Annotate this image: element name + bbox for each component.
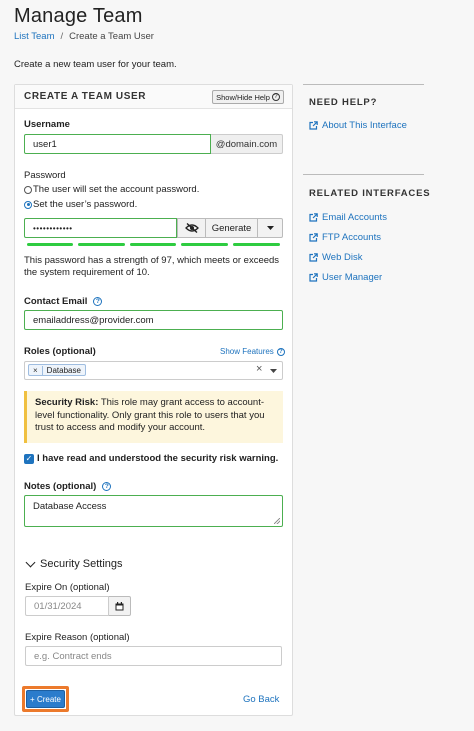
chevron-down-icon (25, 557, 36, 567)
help-info-icon[interactable]: ? (93, 297, 103, 306)
radio-user-sets-label: The user will set the account password. (33, 184, 200, 195)
create-button-focus-ring: + Create (22, 686, 69, 712)
help-info-icon: ? (276, 347, 285, 356)
expire-reason-label: Expire Reason (optional) (25, 632, 130, 643)
sidebar-divider (303, 174, 424, 175)
expire-on-label: Expire On (optional) (25, 582, 110, 593)
roles-label: Roles (optional) (24, 346, 96, 357)
calendar-button[interactable] (109, 596, 131, 616)
generate-options-dropdown[interactable] (258, 218, 283, 238)
security-settings-toggle[interactable]: Security Settings (25, 557, 123, 570)
security-settings-title: Security Settings (40, 558, 123, 570)
sidebar-link-web-disk[interactable]: Web Disk (309, 252, 362, 263)
notes-value: Database Access (33, 501, 107, 512)
contact-email-label: Contact Email (24, 296, 88, 307)
external-link-icon (309, 121, 318, 130)
generate-password-button[interactable]: Generate (206, 218, 258, 238)
strength-meter-segment-2 (78, 243, 125, 246)
question-icon: ? (271, 93, 280, 101)
sidebar-link-web-disk-label: Web Disk (322, 252, 363, 263)
contact-email-input[interactable]: emailaddress@provider.com (24, 310, 283, 330)
role-tag-database: × Database (28, 364, 86, 376)
go-back-link[interactable]: Go Back (243, 694, 279, 705)
create-button[interactable]: + Create (26, 690, 65, 708)
sidebar-link-ftp-accounts-label: FTP Accounts (322, 232, 381, 243)
help-info-icon[interactable]: ? (102, 482, 112, 491)
sidebar-link-user-manager-label: User Manager (322, 272, 383, 283)
security-risk-warning: Security Risk: This role may grant acces… (24, 391, 283, 443)
password-label: Password (24, 170, 66, 181)
show-hide-help-button[interactable]: Show/Hide Help ? (212, 90, 284, 104)
domain-suffix: @domain.com (211, 134, 283, 154)
show-features-link[interactable]: Show Features ? (220, 347, 285, 356)
external-link-icon (309, 233, 318, 242)
remove-tag-icon[interactable]: × (29, 365, 43, 375)
password-input[interactable]: •••••••••••• (24, 218, 177, 238)
breadcrumb: List Team / Create a Team User (14, 31, 154, 42)
sidebar-link-ftp-accounts[interactable]: FTP Accounts (309, 232, 381, 243)
external-link-icon (309, 253, 318, 262)
panel-header: CREATE A TEAM USER Show/Hide Help ? (15, 85, 292, 109)
eye-slash-icon (184, 223, 199, 233)
related-interfaces-heading: RELATED INTERFACES (309, 188, 431, 199)
sidebar-link-about[interactable]: About This Interface (309, 120, 407, 131)
radio-set-password[interactable]: Set the user’s password. (24, 199, 137, 210)
calendar-icon (115, 601, 124, 610)
clear-selection-icon[interactable]: × (256, 363, 262, 375)
notes-label-row: Notes (optional) ? (24, 481, 112, 492)
notes-label: Notes (optional) (24, 481, 97, 492)
acknowledge-row[interactable]: ✓ I have read and understood the securit… (24, 453, 278, 464)
caret-down-icon[interactable] (270, 369, 277, 373)
show-features-label: Show Features (220, 347, 274, 356)
username-input[interactable]: user1 (24, 134, 211, 154)
intro-text: Create a new team user for your team. (14, 59, 177, 70)
external-link-icon (309, 273, 318, 282)
expire-on-input[interactable]: 01/31/2024 (25, 596, 109, 616)
sidebar-link-email-accounts-label: Email Accounts (322, 212, 387, 223)
sidebar-link-email-accounts[interactable]: Email Accounts (309, 212, 387, 223)
acknowledge-label: I have read and understood the security … (37, 453, 279, 464)
acknowledge-checkbox[interactable]: ✓ (24, 453, 34, 464)
sidebar-link-user-manager[interactable]: User Manager (309, 272, 382, 283)
resize-grip-icon[interactable] (274, 518, 280, 524)
password-strength-text: This password has a strength of 97, whic… (24, 255, 280, 278)
strength-meter-segment-4 (181, 243, 228, 246)
breadcrumb-separator: / (60, 31, 64, 42)
page-title: Manage Team (14, 5, 143, 27)
show-hide-help-label: Show/Hide Help (216, 92, 270, 102)
toggle-visibility-button[interactable] (177, 218, 206, 238)
username-label: Username (24, 119, 70, 130)
strength-meter-segment-3 (130, 243, 176, 246)
panel-title: CREATE A TEAM USER (24, 91, 147, 102)
role-tag-label: Database (46, 365, 81, 375)
external-link-icon (309, 213, 318, 222)
sidebar-link-about-label: About This Interface (322, 120, 407, 131)
contact-email-label-row: Contact Email ? (24, 296, 103, 307)
expire-reason-input[interactable]: e.g. Contract ends (25, 646, 282, 666)
radio-user-sets-password[interactable]: The user will set the account password. (24, 184, 199, 195)
radio-set-password-icon[interactable] (24, 200, 32, 209)
caret-down-icon (266, 226, 274, 230)
notes-textarea[interactable]: Database Access (24, 495, 283, 527)
sidebar-divider (303, 84, 424, 85)
strength-meter-segment-1 (27, 243, 73, 246)
radio-set-password-label: Set the user’s password. (33, 199, 138, 210)
warning-title: Security Risk: (35, 397, 99, 408)
radio-user-sets-icon[interactable] (24, 185, 32, 194)
breadcrumb-current: Create a Team User (69, 31, 154, 42)
strength-meter-segment-5 (233, 243, 280, 246)
breadcrumb-list-team-link[interactable]: List Team (14, 31, 54, 42)
need-help-heading: NEED HELP? (309, 97, 378, 108)
